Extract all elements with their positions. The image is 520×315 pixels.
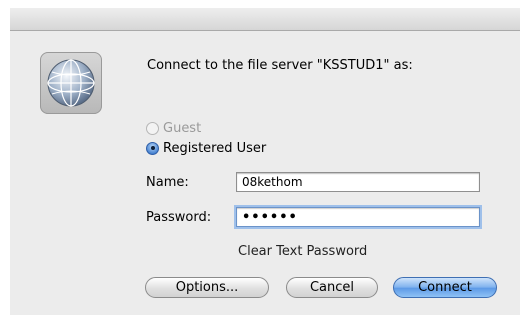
registered-user-option[interactable]: Registered User (146, 139, 266, 157)
clear-text-password-notice: Clear Text Password (238, 244, 368, 259)
password-field[interactable]: •••••• (236, 207, 480, 227)
password-label: Password: (146, 210, 212, 225)
name-field[interactable]: 08kethom (236, 172, 480, 192)
cancel-button[interactable]: Cancel (286, 277, 378, 298)
window-title-bar (10, 8, 520, 31)
registered-user-radio[interactable] (146, 141, 159, 155)
name-label: Name: (146, 175, 189, 190)
guest-radio[interactable] (146, 121, 159, 135)
connect-prompt: Connect to the file server "KSSTUD1" as: (147, 58, 413, 73)
network-globe-icon (40, 52, 102, 114)
registered-user-label: Registered User (163, 140, 267, 156)
guest-option[interactable]: Guest (146, 119, 201, 137)
options-button[interactable]: Options... (145, 277, 269, 298)
connect-button[interactable]: Connect (393, 277, 497, 298)
guest-label: Guest (163, 120, 202, 136)
